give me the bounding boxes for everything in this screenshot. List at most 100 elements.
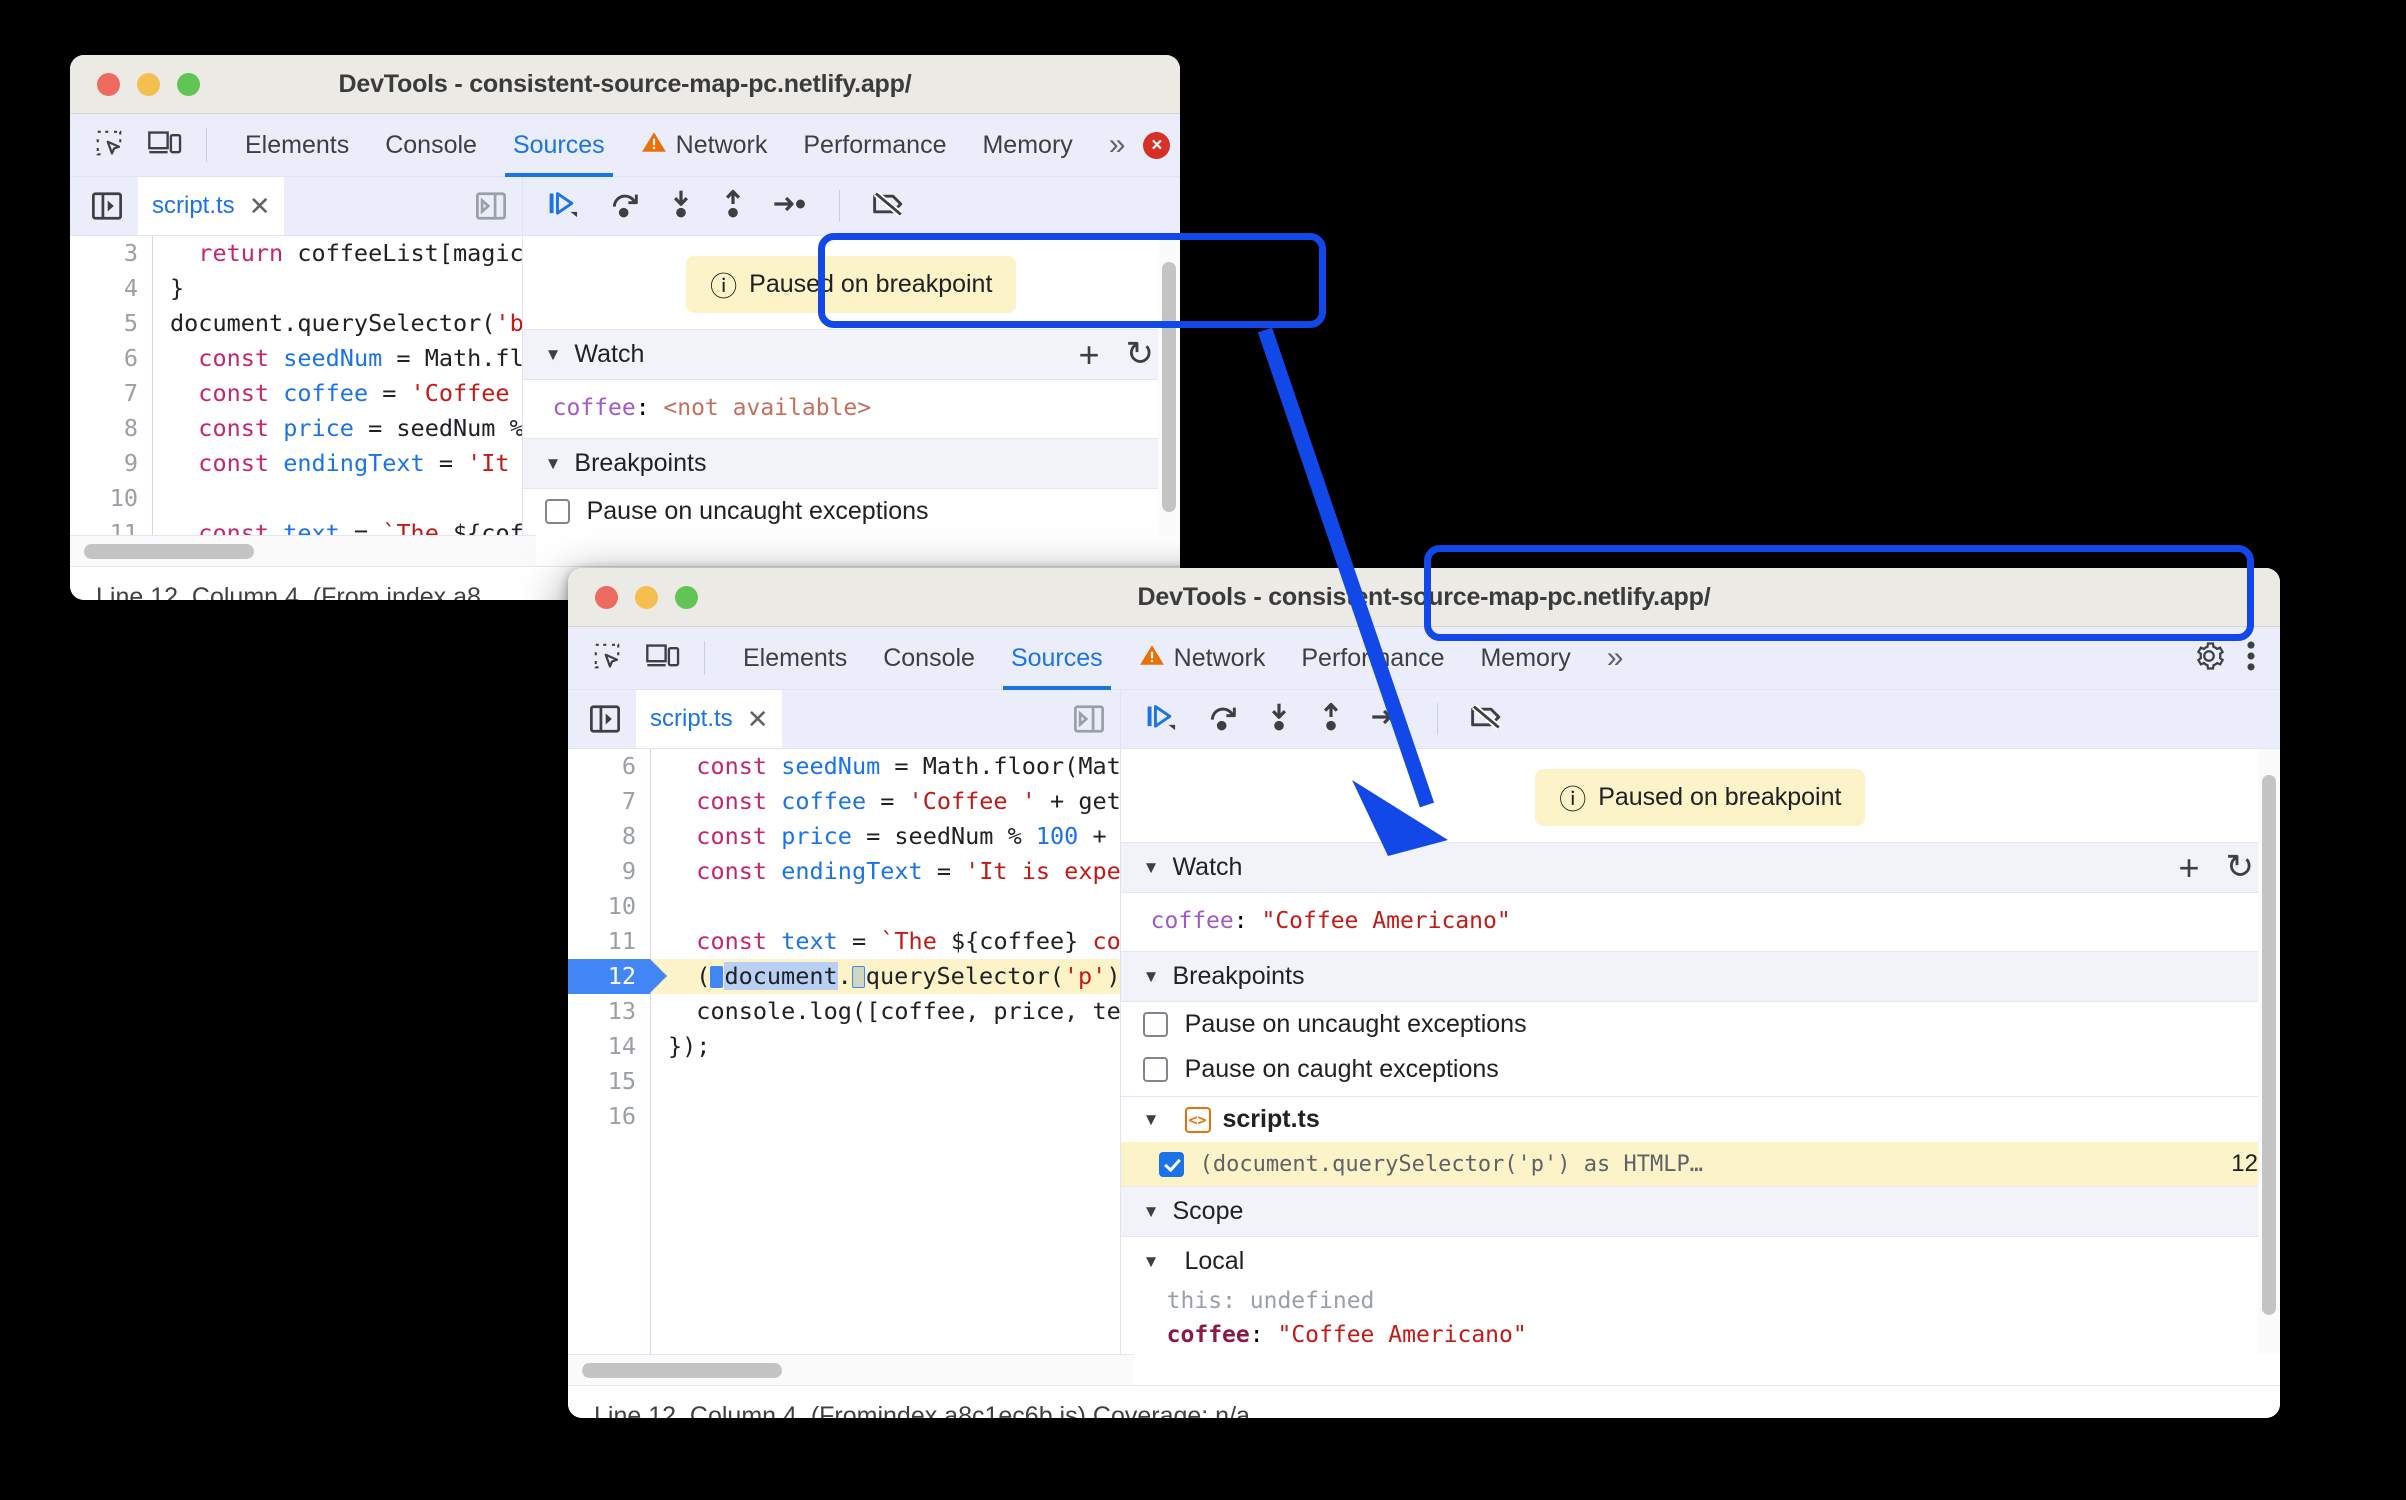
show-navigator-icon[interactable] bbox=[70, 191, 138, 221]
zoom-button[interactable] bbox=[177, 72, 200, 96]
pause-caught-checkbox[interactable] bbox=[1142, 1057, 1168, 1082]
scope-local-group[interactable]: ▼ Local bbox=[1121, 1237, 2280, 1284]
scope-item-coffee[interactable]: coffee: "Coffee Americano" bbox=[1121, 1318, 2280, 1352]
line-number[interactable]: 7 bbox=[70, 376, 152, 411]
code-text[interactable]: const coffee = 'Coffee ' + getRandomCof bbox=[650, 784, 1119, 819]
debugger-toolbar-front[interactable] bbox=[1121, 690, 2280, 748]
code-text[interactable]: return coffeeList[magicNum % c bbox=[152, 236, 521, 271]
code-line[interactable]: 4} bbox=[70, 271, 522, 306]
more-tabs-button[interactable]: » bbox=[1091, 114, 1144, 176]
device-toolbar-icon[interactable] bbox=[646, 641, 680, 676]
tab-performance[interactable]: Performance bbox=[1283, 627, 1462, 689]
tab-console[interactable]: Console bbox=[367, 114, 495, 176]
pause-uncaught-checkbox[interactable] bbox=[1142, 1012, 1168, 1037]
code-line[interactable]: 5document.querySelector('button') bbox=[70, 306, 522, 341]
show-navigator-icon[interactable] bbox=[568, 704, 636, 734]
tab-console[interactable]: Console bbox=[865, 627, 993, 689]
line-number[interactable]: 9 bbox=[568, 854, 650, 889]
line-number[interactable]: 12 bbox=[568, 959, 667, 994]
resume-script-icon[interactable] bbox=[547, 189, 581, 224]
close-button[interactable] bbox=[97, 72, 120, 96]
code-line[interactable]: 10 bbox=[70, 481, 522, 516]
code-text[interactable] bbox=[152, 481, 522, 516]
close-button[interactable] bbox=[595, 585, 618, 609]
file-tabs-front[interactable]: script.ts ✕ bbox=[568, 690, 1121, 748]
line-number[interactable]: 10 bbox=[568, 889, 650, 924]
refresh-watch-button[interactable]: ↻ bbox=[2226, 850, 2255, 884]
breakpoint-entry[interactable]: (document.querySelector('p') as HTMLP… 1… bbox=[1120, 1142, 2280, 1186]
debug-pane-scrollbar-front[interactable] bbox=[2258, 749, 2280, 1354]
chevron-down-icon[interactable]: ▼ bbox=[545, 455, 562, 472]
show-debugger-icon[interactable] bbox=[454, 191, 522, 221]
breakpoint-file-group[interactable]: ▼ <> script.ts bbox=[1120, 1096, 2280, 1142]
code-text[interactable]: console.log([coffee, price, text].join( bbox=[650, 994, 1119, 1029]
watch-section-header-front[interactable]: ▼ Watch + ↻ bbox=[1120, 842, 2280, 893]
file-tabs-back[interactable]: script.ts ✕ bbox=[70, 177, 523, 235]
tab-sources[interactable]: Sources bbox=[495, 114, 623, 177]
source-file-link[interactable]: index.a8 bbox=[386, 583, 481, 601]
line-number[interactable]: 10 bbox=[70, 481, 152, 516]
chevron-down-icon[interactable]: ▼ bbox=[1143, 859, 1160, 876]
scrollbar-thumb[interactable] bbox=[2262, 775, 2276, 1315]
step-into-icon[interactable] bbox=[1267, 702, 1291, 737]
code-line-highlighted[interactable]: 12 (document.querySelector('p') as HTML bbox=[568, 959, 1120, 994]
code-text[interactable] bbox=[650, 889, 1120, 924]
code-text[interactable]: }); bbox=[650, 1029, 1120, 1064]
code-lines-back[interactable]: 3 return coffeeList[magicNum % c4}5docum… bbox=[70, 236, 522, 535]
pause-uncaught-row[interactable]: Pause on uncaught exceptions bbox=[1121, 1002, 2280, 1047]
code-text[interactable]: const seedNum = Math.floor(Mat bbox=[152, 341, 521, 376]
chevron-down-icon[interactable]: ▼ bbox=[545, 346, 562, 363]
pause-caught-row[interactable]: Pause on caught exceptions bbox=[1121, 1047, 2280, 1096]
resume-script-icon[interactable] bbox=[1145, 702, 1179, 737]
minimize-button[interactable] bbox=[137, 72, 160, 96]
scrollbar-thumb[interactable] bbox=[582, 1362, 782, 1378]
line-number[interactable]: 16 bbox=[568, 1099, 650, 1134]
code-line[interactable]: 7 const coffee = 'Coffee ' + get bbox=[70, 376, 522, 411]
step-icon[interactable] bbox=[773, 191, 807, 222]
line-number[interactable]: 11 bbox=[568, 924, 650, 959]
line-number[interactable]: 9 bbox=[70, 446, 152, 481]
debugger-toolbar-back[interactable] bbox=[523, 177, 1180, 235]
debug-pane-front[interactable]: ⓘ Paused on breakpoint ▼ Watch + ↻ coffe… bbox=[1119, 749, 2280, 1354]
scope-section-header[interactable]: ▼ Scope bbox=[1120, 1186, 2280, 1237]
code-text[interactable]: } bbox=[152, 271, 522, 306]
code-line[interactable]: 11 const text = `The ${coffee} co bbox=[70, 516, 522, 535]
watch-section-header-back[interactable]: ▼ Watch + ↻ bbox=[522, 329, 1180, 380]
kebab-menu-icon[interactable] bbox=[2246, 641, 2256, 676]
code-line[interactable]: 9 const endingText = 'It is expe bbox=[70, 446, 522, 481]
panel-subrow-front[interactable]: script.ts ✕ bbox=[568, 690, 2280, 749]
tab-elements[interactable]: Elements bbox=[227, 114, 367, 176]
code-text[interactable]: const price = seedNum % 100 + bbox=[152, 411, 521, 446]
file-tab-script-ts[interactable]: script.ts ✕ bbox=[138, 177, 285, 235]
devtools-window-front[interactable]: DevTools - consistent-source-map-pc.netl… bbox=[568, 568, 2280, 1418]
code-editor-back[interactable]: 3 return coffeeList[magicNum % c4}5docum… bbox=[70, 236, 522, 535]
watch-list-front[interactable]: coffee: "Coffee Americano" bbox=[1120, 893, 2280, 951]
line-number[interactable]: 6 bbox=[70, 341, 152, 376]
tab-network[interactable]: Network bbox=[623, 114, 786, 176]
code-text[interactable] bbox=[650, 1064, 1120, 1099]
scope-item-this[interactable]: this: undefined bbox=[1121, 1284, 2280, 1318]
tab-network[interactable]: Network bbox=[1121, 627, 1284, 689]
debug-pane-back[interactable]: ⓘ Paused on breakpoint ▼ Watch + ↻ coffe… bbox=[521, 236, 1180, 535]
line-number[interactable]: 11 bbox=[70, 516, 152, 535]
code-line[interactable]: 6 const seedNum = Math.floor(Mat bbox=[70, 341, 522, 376]
code-text[interactable]: const text = `The ${coffee} co bbox=[152, 516, 521, 535]
inspect-element-icon[interactable] bbox=[94, 128, 124, 163]
devtools-window-back[interactable]: DevTools - consistent-source-map-pc.netl… bbox=[70, 55, 1180, 600]
panel-tabs-front[interactable]: Elements Console Sources Network Perform… bbox=[725, 627, 1641, 690]
file-tab-script-ts[interactable]: script.ts ✕ bbox=[636, 690, 783, 748]
tab-elements[interactable]: Elements bbox=[725, 627, 865, 689]
window-titlebar-back[interactable]: DevTools - consistent-source-map-pc.netl… bbox=[70, 55, 1180, 114]
gear-icon[interactable] bbox=[2194, 641, 2225, 676]
line-number[interactable]: 3 bbox=[70, 236, 152, 271]
refresh-watch-button[interactable]: ↻ bbox=[1126, 337, 1155, 371]
breakpoints-section-header-back[interactable]: ▼ Breakpoints bbox=[522, 438, 1180, 489]
device-toolbar-icon[interactable] bbox=[148, 128, 182, 163]
close-icon[interactable]: ✕ bbox=[747, 704, 769, 735]
deactivate-breakpoints-icon[interactable] bbox=[1470, 703, 1504, 736]
traffic-lights-front[interactable] bbox=[595, 585, 698, 609]
code-text[interactable]: document.querySelector('button') bbox=[152, 306, 522, 341]
code-text[interactable]: const text = `The ${coffee} costs ${pri bbox=[650, 924, 1119, 959]
inspect-element-icon[interactable] bbox=[592, 641, 622, 676]
scrollbar-thumb[interactable] bbox=[84, 543, 254, 559]
